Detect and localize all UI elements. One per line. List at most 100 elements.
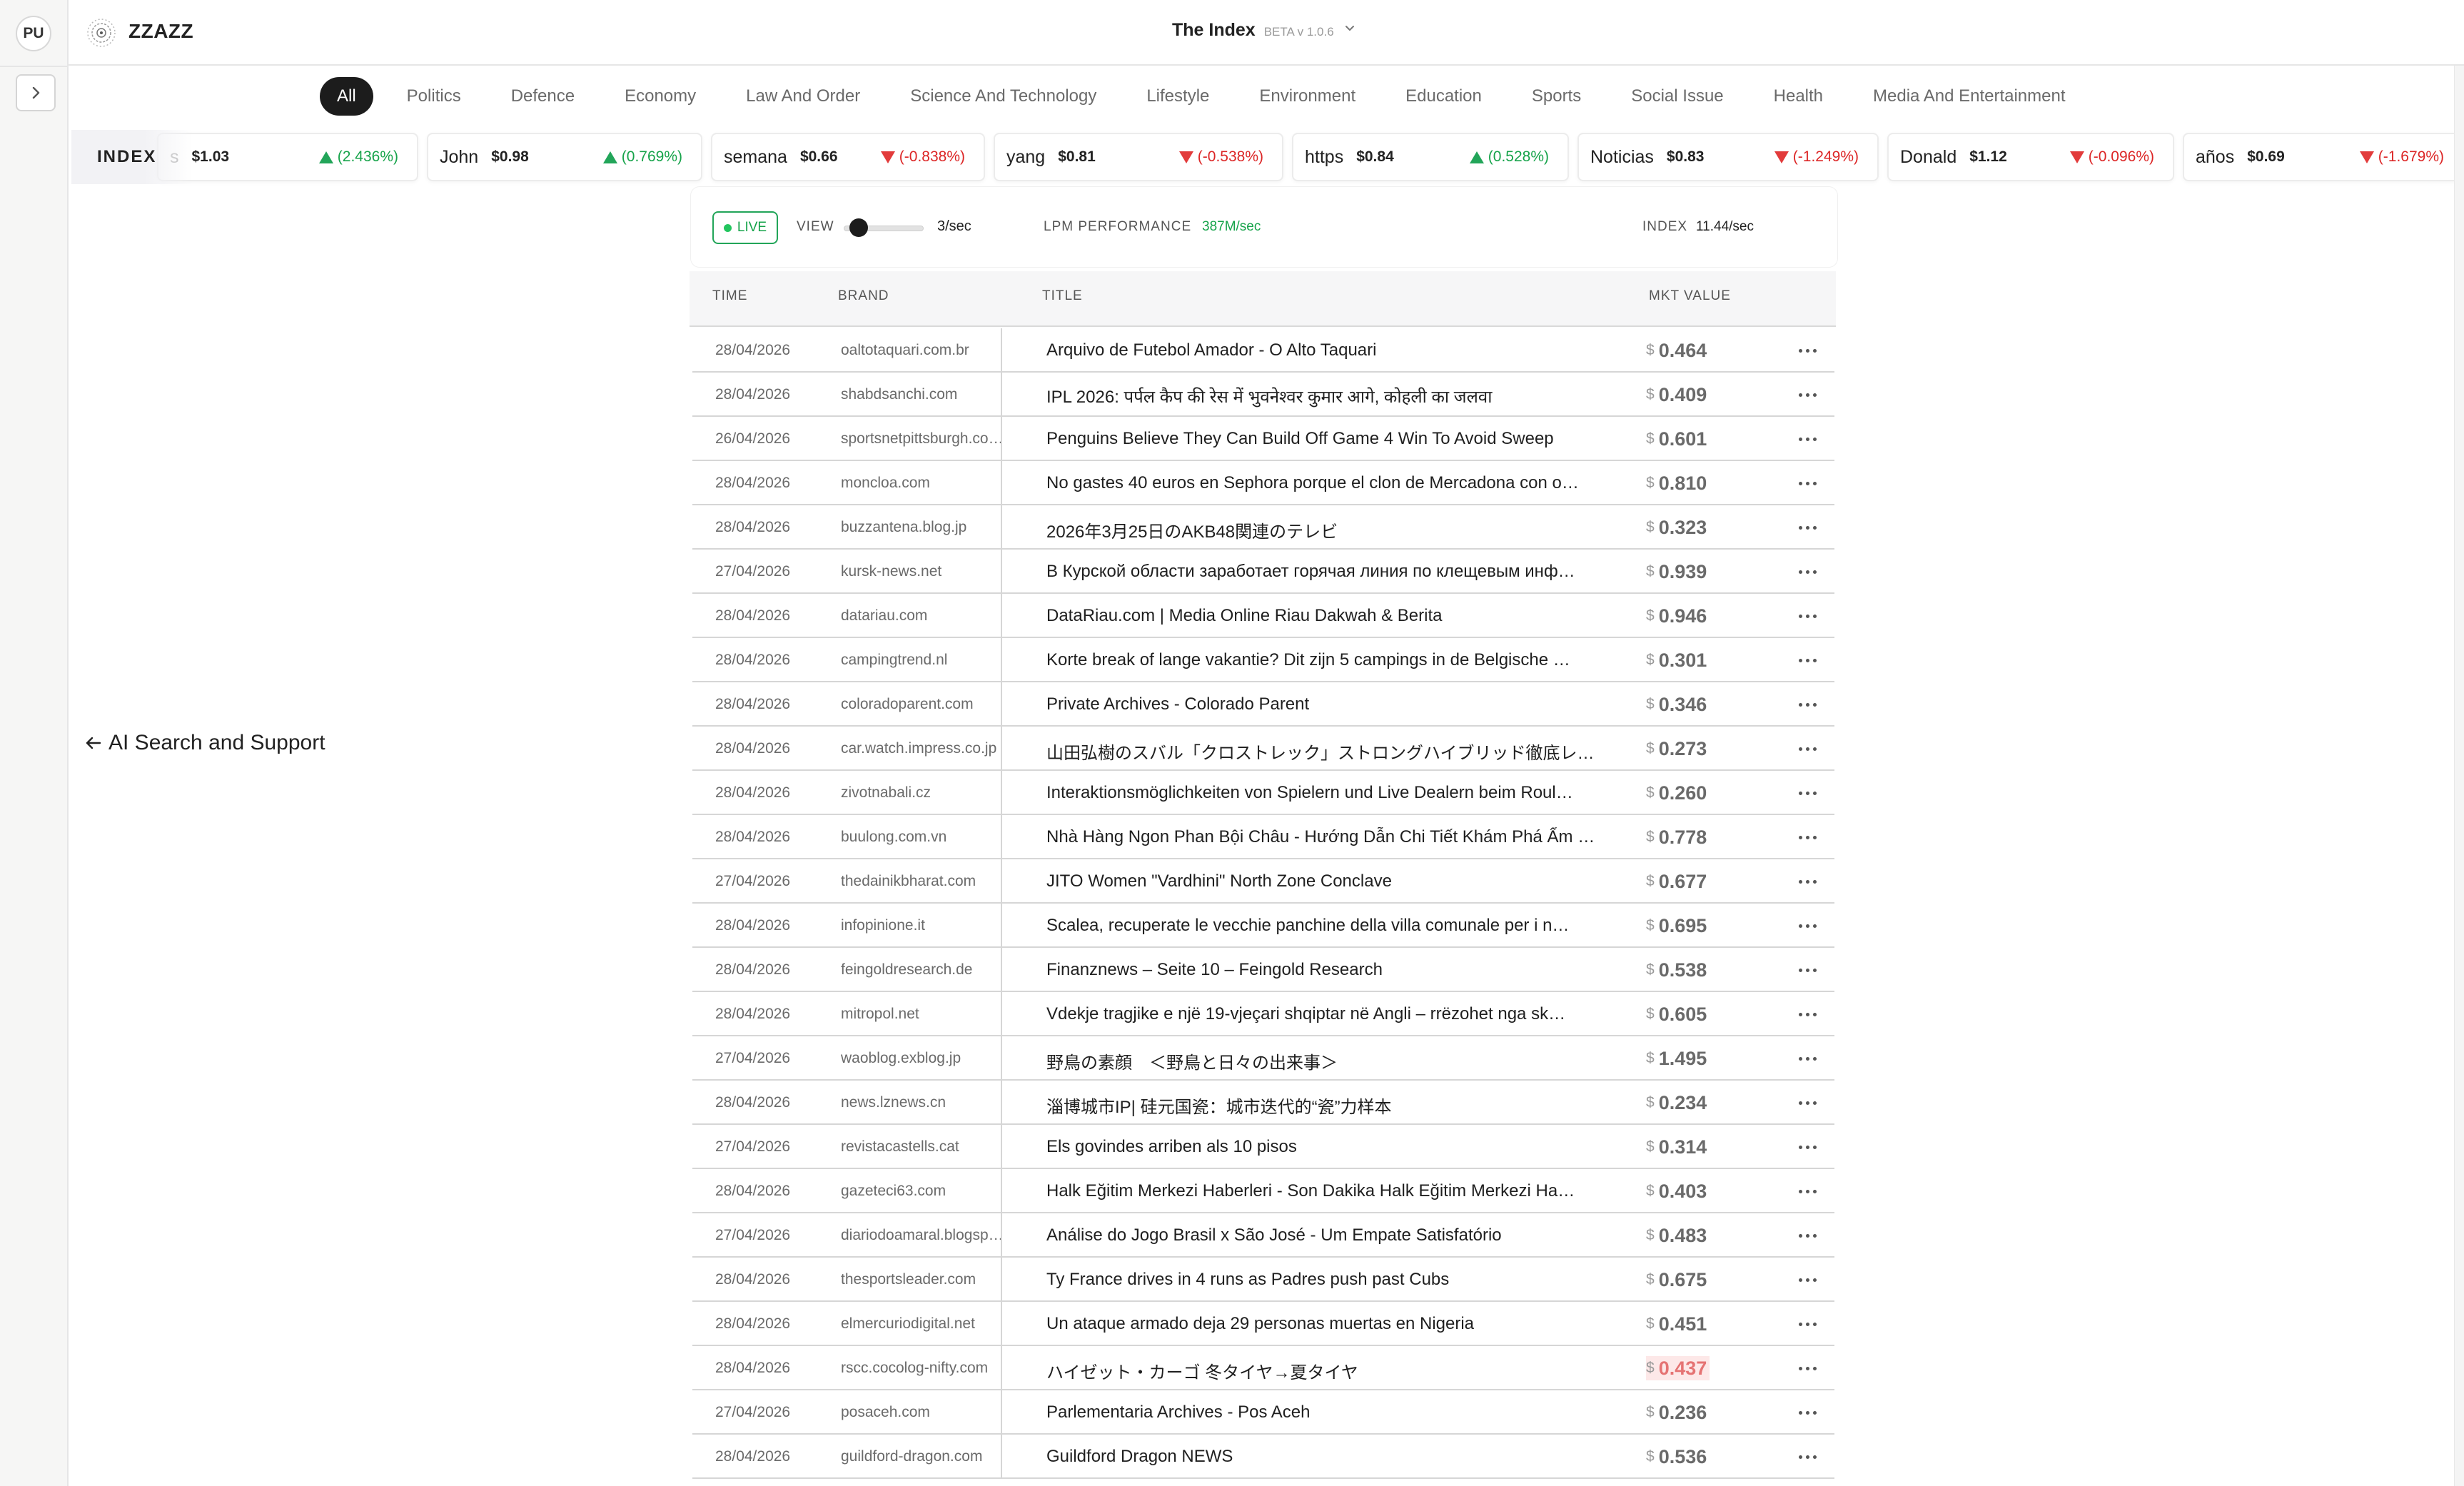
more-options-button[interactable] — [1792, 560, 1823, 584]
ticker-card[interactable]: s$1.03(2.436%) — [157, 133, 418, 181]
row-title[interactable]: Nhà Hàng Ngon Phan Bội Châu - Hướng Dẫn … — [1046, 827, 1596, 847]
tab-environment[interactable]: Environment — [1234, 77, 1380, 116]
row-title[interactable]: Els govindes arriben als 10 pisos — [1046, 1137, 1596, 1157]
row-title[interactable]: 野鳥の素顔 ＜野鳥と日々の出来事＞ — [1046, 1048, 1596, 1073]
table-row[interactable]: 28/04/2026 news.lznews.cn 淄博城市IP| 硅元国瓷：城市迭… — [692, 1081, 1834, 1125]
row-title[interactable]: Finanznews – Seite 10 – Feingold Researc… — [1046, 960, 1596, 980]
table-row[interactable]: 28/04/2026 moncloa.com No gastes 40 euros … — [692, 461, 1834, 505]
row-title[interactable]: DataRiau.com | Media Online Riau Dakwah … — [1046, 606, 1596, 626]
row-title[interactable]: ハイゼット・カーゴ 冬タイヤ→夏タイヤ — [1046, 1358, 1596, 1383]
row-brand[interactable]: coloradoparent.com — [841, 696, 1026, 713]
table-row[interactable]: 28/04/2026 elmercuriodigital.net Un ataque… — [692, 1302, 1834, 1346]
table-row[interactable]: 28/04/2026 campingtrend.nl Korte break of … — [692, 638, 1834, 682]
table-row[interactable]: 28/04/2026 datariau.com DataRiau.com | Med… — [692, 594, 1834, 638]
table-row[interactable]: 28/04/2026 guildford-dragon.com Guildford … — [692, 1435, 1834, 1479]
row-title[interactable]: Penguins Believe They Can Build Off Game… — [1046, 429, 1596, 449]
more-options-button[interactable] — [1792, 1135, 1823, 1159]
table-row[interactable]: 28/04/2026 thesportsleader.com Ty France d… — [692, 1258, 1834, 1302]
table-row[interactable]: 28/04/2026 gazeteci63.com Halk Eğitim Merk… — [692, 1169, 1834, 1213]
table-row[interactable]: 27/04/2026 waoblog.exblog.jp 野鳥の素顔 ＜野鳥と日々の… — [692, 1036, 1834, 1081]
ticker-card[interactable]: Noticias $0.83 (-1.249%) — [1577, 133, 1879, 181]
row-brand[interactable]: datariau.com — [841, 607, 1026, 625]
row-brand[interactable]: thedainikbharat.com — [841, 873, 1026, 890]
tab-education[interactable]: Education — [1380, 77, 1507, 116]
sidebar-toggle-button[interactable] — [16, 74, 56, 111]
table-row[interactable]: 28/04/2026 feingoldresearch.de Finanznews … — [692, 948, 1834, 992]
row-title[interactable]: Private Archives - Colorado Parent — [1046, 694, 1596, 714]
ticker-card[interactable]: yang $0.81 (-0.538%) — [994, 133, 1283, 181]
more-options-button[interactable] — [1792, 471, 1823, 495]
tab-defence[interactable]: Defence — [486, 77, 600, 116]
tab-media-and-entertainment[interactable]: Media And Entertainment — [1848, 77, 2091, 116]
row-brand[interactable]: news.lznews.cn — [841, 1094, 1026, 1111]
slider-thumb[interactable] — [849, 218, 868, 237]
row-title[interactable]: Un ataque armado deja 29 personas muerta… — [1046, 1314, 1596, 1334]
zzazz-logo-icon[interactable] — [86, 17, 117, 49]
more-options-button[interactable] — [1792, 1312, 1823, 1336]
row-brand[interactable]: posaceh.com — [841, 1404, 1026, 1421]
table-row[interactable]: 28/04/2026 zivotnabali.cz Interaktionsmögl… — [692, 771, 1834, 815]
more-options-button[interactable] — [1792, 383, 1823, 407]
table-row[interactable]: 28/04/2026 buzzantena.blog.jp 2026年3月25日のA… — [692, 505, 1834, 550]
table-row[interactable]: 27/04/2026 posaceh.com Parlementaria Archi… — [692, 1390, 1834, 1435]
more-options-button[interactable] — [1792, 1400, 1823, 1425]
ticker-card[interactable]: semana $0.66 (-0.838%) — [711, 133, 985, 181]
row-title[interactable]: Parlementaria Archives - Pos Aceh — [1046, 1402, 1596, 1422]
row-title[interactable]: Arquivo de Futebol Amador - O Alto Taqua… — [1046, 340, 1596, 360]
tab-economy[interactable]: Economy — [600, 77, 721, 116]
tab-sports[interactable]: Sports — [1507, 77, 1606, 116]
user-avatar[interactable]: PU — [16, 16, 51, 51]
row-brand[interactable]: zivotnabali.cz — [841, 784, 1026, 802]
table-row[interactable]: 28/04/2026 car.watch.impress.co.jp 山田弘樹のスバ… — [692, 727, 1834, 771]
table-row[interactable]: 28/04/2026 buulong.com.vn Nhà Hàng Ngon Ph… — [692, 815, 1834, 859]
row-title[interactable]: Halk Eğitim Merkezi Haberleri - Son Daki… — [1046, 1181, 1596, 1201]
row-brand[interactable]: waoblog.exblog.jp — [841, 1050, 1026, 1067]
more-options-button[interactable] — [1792, 1002, 1823, 1026]
row-title[interactable]: 山田弘樹のスバル「クロストレック」ストロングハイブリッド徹底レポ… — [1046, 739, 1596, 764]
more-options-button[interactable] — [1792, 1268, 1823, 1292]
row-brand[interactable]: thesportsleader.com — [841, 1271, 1026, 1288]
more-options-button[interactable] — [1792, 1046, 1823, 1071]
row-brand[interactable]: sportsnetpittsburgh.co… — [841, 430, 1026, 448]
row-title[interactable]: Guildford Dragon NEWS — [1046, 1447, 1596, 1467]
table-row[interactable]: 28/04/2026 shabdsanchi.com IPL 2026: पर्पल… — [692, 373, 1834, 417]
row-brand[interactable]: feingoldresearch.de — [841, 961, 1026, 979]
more-options-button[interactable] — [1792, 1091, 1823, 1115]
row-brand[interactable]: kursk-news.net — [841, 563, 1026, 580]
row-brand[interactable]: mitropol.net — [841, 1006, 1026, 1023]
row-brand[interactable]: car.watch.impress.co.jp — [841, 740, 1026, 757]
row-brand[interactable]: revistacastells.cat — [841, 1138, 1026, 1156]
more-options-button[interactable] — [1792, 869, 1823, 894]
table-row[interactable]: 27/04/2026 revistacastells.cat Els govinde… — [692, 1125, 1834, 1169]
view-rate-slider[interactable] — [844, 218, 924, 237]
tab-law-and-order[interactable]: Law And Order — [721, 77, 885, 116]
row-brand[interactable]: campingtrend.nl — [841, 652, 1026, 669]
more-options-button[interactable] — [1792, 958, 1823, 982]
more-options-button[interactable] — [1792, 692, 1823, 717]
table-row[interactable]: 28/04/2026 oaltotaquari.com.br Arquivo de … — [692, 328, 1834, 373]
row-brand[interactable]: moncloa.com — [841, 475, 1026, 492]
ticker-card[interactable]: años $0.69 (-1.679%) — [2183, 133, 2464, 181]
table-row[interactable]: 28/04/2026 infopinione.it Scalea, recupera… — [692, 904, 1834, 948]
more-options-button[interactable] — [1792, 1445, 1823, 1469]
row-brand[interactable]: diariodoamaral.blogsp… — [841, 1227, 1026, 1244]
row-title[interactable]: Interaktionsmöglichkeiten von Spielern u… — [1046, 783, 1596, 803]
row-brand[interactable]: elmercuriodigital.net — [841, 1315, 1026, 1333]
ticker-card[interactable]: https $0.84 (0.528%) — [1292, 133, 1569, 181]
row-title[interactable]: 淄博城市IP| 硅元国瓷：城市迭代的“瓷”力样本 — [1046, 1093, 1596, 1118]
tab-politics[interactable]: Politics — [382, 77, 486, 116]
table-row[interactable]: 27/04/2026 thedainikbharat.com JITO Women … — [692, 859, 1834, 904]
table-row[interactable]: 26/04/2026 sportsnetpittsburgh.co… Penguin… — [692, 417, 1834, 461]
ticker-card[interactable]: Donald $1.12 (-0.096%) — [1887, 133, 2174, 181]
row-brand[interactable]: shabdsanchi.com — [841, 386, 1026, 403]
more-options-button[interactable] — [1792, 648, 1823, 672]
table-row[interactable]: 28/04/2026 mitropol.net Vdekje tragjike e … — [692, 992, 1834, 1036]
tab-all[interactable]: All — [320, 77, 373, 116]
table-row[interactable]: 27/04/2026 kursk-news.net В Курской област… — [692, 550, 1834, 594]
more-options-button[interactable] — [1792, 737, 1823, 761]
row-brand[interactable]: guildford-dragon.com — [841, 1448, 1026, 1465]
more-options-button[interactable] — [1792, 1356, 1823, 1380]
more-options-button[interactable] — [1792, 338, 1823, 363]
row-title[interactable]: JITO Women "Vardhini" North Zone Conclav… — [1046, 871, 1596, 891]
row-brand[interactable]: rscc.cocolog-nifty.com — [841, 1360, 1026, 1377]
